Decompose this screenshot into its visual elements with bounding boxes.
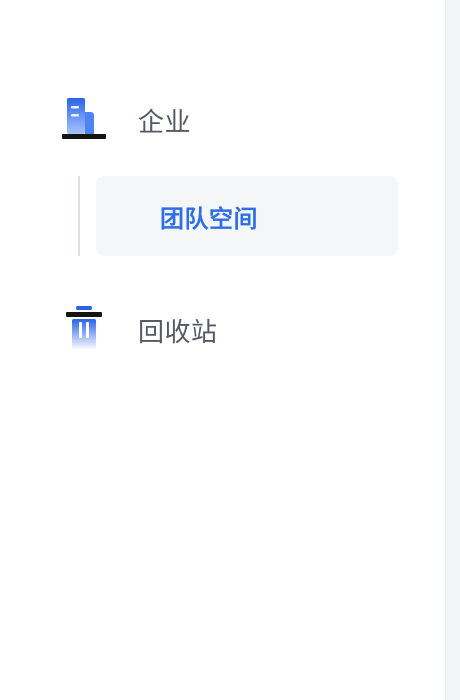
enterprise-subtree: 团队空间 <box>78 176 398 256</box>
scrollbar-track[interactable] <box>445 0 460 700</box>
sidebar-item-enterprise[interactable]: 企业 <box>60 96 191 144</box>
sidebar-subitem-team-space[interactable]: 团队空间 <box>96 176 398 256</box>
sidebar-subitem-label: 团队空间 <box>160 204 258 233</box>
trash-icon <box>60 306 108 354</box>
building-icon <box>60 96 108 144</box>
sidebar-item-recycle-bin[interactable]: 回收站 <box>60 306 218 354</box>
sidebar-panel: 企业 团队空间 回收站 <box>0 0 460 700</box>
sidebar-item-label: 企业 <box>138 107 192 138</box>
tree-line <box>78 176 80 256</box>
sidebar-item-label: 回收站 <box>138 317 218 348</box>
